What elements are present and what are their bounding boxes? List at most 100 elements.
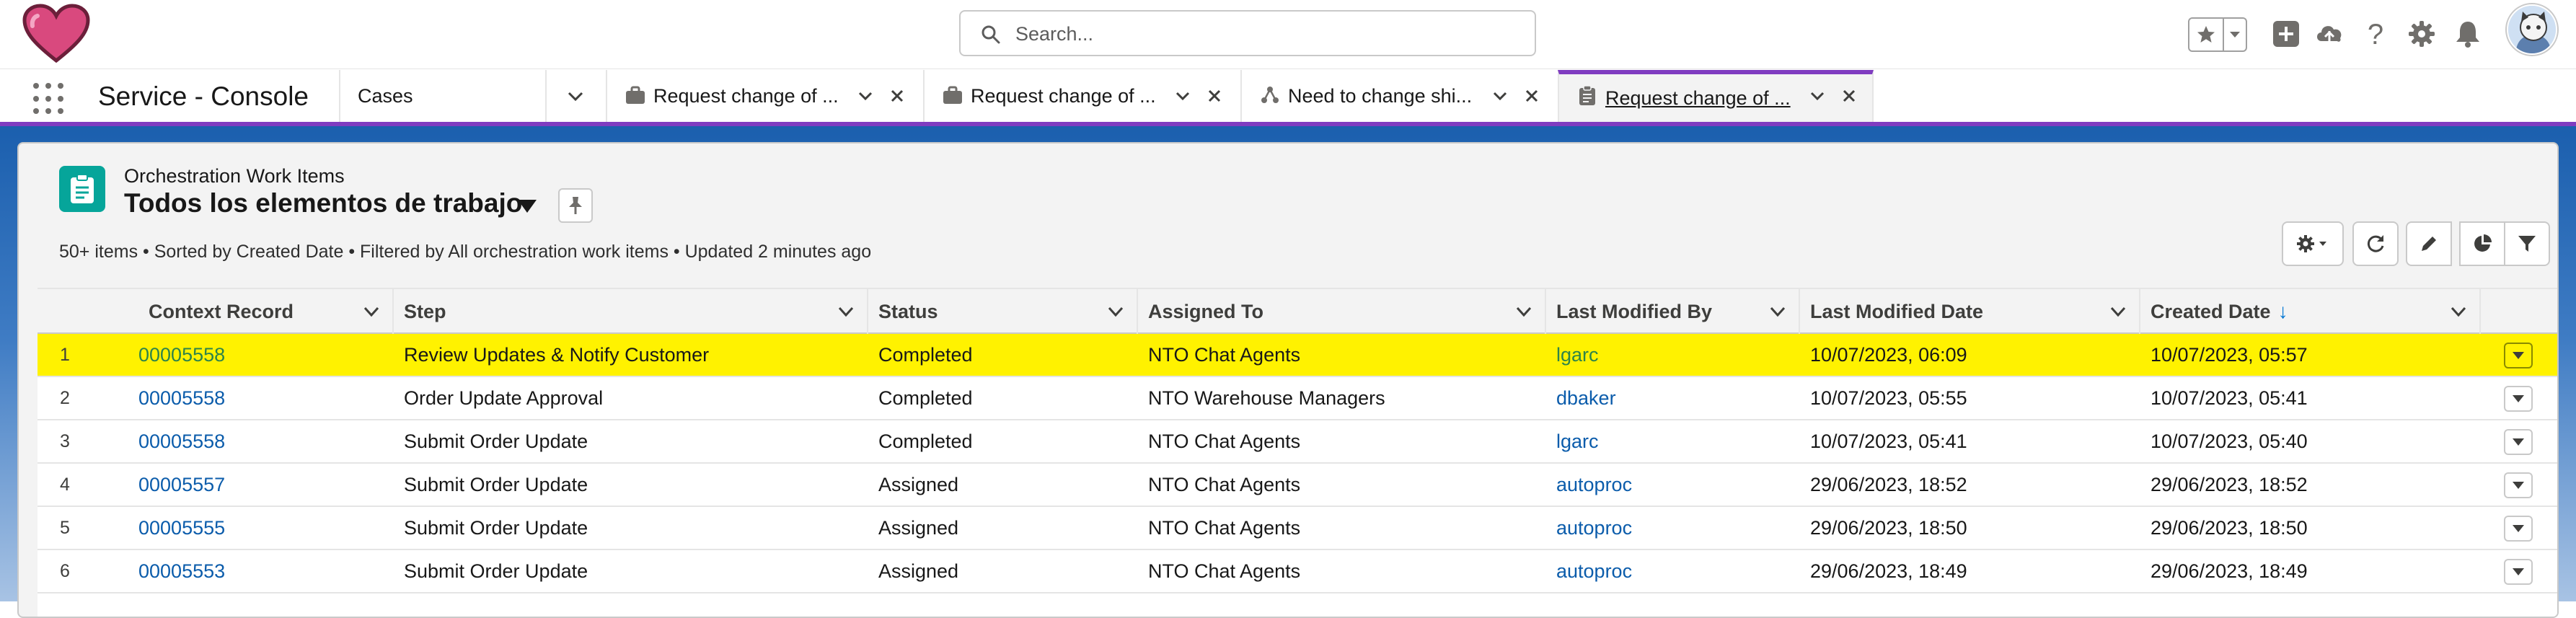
assigned-to-cell: NTO Chat Agents xyxy=(1148,473,1301,495)
tab-cases-label: Cases xyxy=(358,84,413,107)
column-header-last-modified-date[interactable]: Last Modified Date xyxy=(1800,289,2140,334)
search-input[interactable]: Search... xyxy=(1015,23,1093,45)
table-row[interactable]: 5 00005555 Submit Order Update Assigned NTO … xyxy=(38,507,2557,550)
list-view-title[interactable]: Todos los elementos de trabajo xyxy=(124,188,522,218)
inline-edit-button[interactable] xyxy=(2406,221,2452,266)
last-modified-by-cell: lgarc xyxy=(1556,334,1599,376)
workspace-tab-3[interactable]: Need to change shi... xyxy=(1240,70,1558,122)
context-record-link[interactable]: 00005558 xyxy=(138,344,225,366)
context-record-link[interactable]: 00005555 xyxy=(138,517,225,539)
favorites-dropdown-icon[interactable] xyxy=(2224,19,2246,50)
app-launcher-icon[interactable] xyxy=(33,83,65,115)
chevron-down-icon[interactable] xyxy=(838,305,854,318)
last-modified-by-link[interactable]: lgarc xyxy=(1556,431,1599,453)
workspace-tab-1[interactable]: Request change of ... xyxy=(606,70,923,122)
context-record-cell: 00005558 xyxy=(138,377,225,419)
assigned-to-cell: NTO Chat Agents xyxy=(1148,430,1301,452)
last-modified-by-link[interactable]: autoproc xyxy=(1556,474,1632,496)
column-header-context-record[interactable]: Context Record xyxy=(138,289,394,334)
row-actions-button[interactable] xyxy=(2504,472,2533,498)
row-actions-button[interactable] xyxy=(2504,516,2533,542)
last-modified-by-cell: autoproc xyxy=(1556,550,1632,592)
chevron-down-icon[interactable] xyxy=(2451,305,2466,318)
context-record-link[interactable]: 00005557 xyxy=(138,474,225,496)
context-record-link[interactable]: 00005558 xyxy=(138,387,225,410)
table-row[interactable]: 3 00005558 Submit Order Update Completed NTO… xyxy=(38,420,2557,464)
last-modified-by-link[interactable]: autoproc xyxy=(1556,560,1632,583)
workspace-tab-4-label: Request change of ... xyxy=(1605,87,1791,109)
chevron-down-icon[interactable] xyxy=(1516,305,1532,318)
chevron-down-icon[interactable] xyxy=(857,87,874,105)
orchestration-flow-icon xyxy=(1261,87,1279,103)
row-actions-button[interactable] xyxy=(2504,559,2533,585)
pin-list-view-button[interactable] xyxy=(558,188,593,223)
row-actions-button[interactable] xyxy=(2504,386,2533,412)
chevron-down-icon[interactable] xyxy=(1174,87,1191,105)
row-actions-button[interactable] xyxy=(2504,343,2533,368)
column-header-label: Context Record xyxy=(149,300,294,322)
last-modified-by-cell: autoproc xyxy=(1556,464,1632,506)
global-search-box[interactable]: Search... xyxy=(959,10,1536,56)
chevron-down-icon xyxy=(2513,352,2524,359)
last-modified-by-link[interactable]: autoproc xyxy=(1556,517,1632,539)
chevron-down-icon[interactable] xyxy=(1108,305,1124,318)
trailhead-icon[interactable] xyxy=(2313,17,2345,50)
step-cell: Order Update Approval xyxy=(404,387,604,409)
chevron-down-icon[interactable] xyxy=(363,305,379,318)
chevron-down-icon xyxy=(2513,438,2524,446)
favorites-star-icon[interactable] xyxy=(2189,19,2224,50)
step-cell: Submit Order Update xyxy=(404,473,588,495)
assigned-to-cell: NTO Warehouse Managers xyxy=(1148,387,1385,409)
last-modified-by-cell: autoproc xyxy=(1556,507,1632,549)
table-header: Context Record Step Status Assigned To L… xyxy=(38,288,2557,334)
column-header-assigned-to[interactable]: Assigned To xyxy=(1138,289,1546,334)
workspace-tab-4-active[interactable]: Request change of ... xyxy=(1558,70,1874,122)
close-tab-icon[interactable] xyxy=(1840,87,1858,105)
table-row[interactable]: 2 00005558 Order Update Approval Completed N… xyxy=(38,377,2557,420)
last-modified-date-cell: 10/07/2023, 05:55 xyxy=(1810,387,1967,409)
refresh-icon xyxy=(2367,235,2384,252)
chevron-down-icon[interactable] xyxy=(1809,87,1826,105)
workspace-background: Orchestration Work Items Todos los eleme… xyxy=(0,126,2576,618)
last-modified-by-link[interactable]: lgarc xyxy=(1556,344,1599,366)
chevron-down-icon xyxy=(2513,568,2524,575)
close-tab-icon[interactable] xyxy=(1206,87,1223,105)
table-row[interactable]: 6 00005553 Submit Order Update Assigned NTO … xyxy=(38,550,2557,593)
close-tab-icon[interactable] xyxy=(1523,87,1540,105)
table-row[interactable]: 1 00005558 Review Updates & Notify Custome… xyxy=(38,334,2557,377)
notifications-bell-icon[interactable] xyxy=(2452,17,2484,50)
column-header-step[interactable]: Step xyxy=(394,289,868,334)
case-briefcase-icon xyxy=(626,86,645,104)
row-actions-button[interactable] xyxy=(2504,429,2533,455)
user-avatar[interactable] xyxy=(2507,4,2557,55)
refresh-button[interactable] xyxy=(2352,221,2399,266)
console-nav-bar: Service - Console Cases Request change o… xyxy=(0,70,2576,126)
column-header-created-date[interactable]: Created Date ↓ xyxy=(2140,289,2481,334)
chevron-down-icon[interactable] xyxy=(2110,305,2126,318)
search-icon xyxy=(982,25,1000,44)
setup-gear-icon[interactable] xyxy=(2406,17,2438,50)
context-record-link[interactable]: 00005558 xyxy=(138,431,225,453)
chevron-down-icon[interactable] xyxy=(1770,305,1786,318)
global-actions-add-icon[interactable] xyxy=(2270,17,2302,50)
pencil-edit-icon xyxy=(2422,237,2436,251)
cases-nav-menu-button[interactable] xyxy=(545,70,606,122)
list-view-picker-dropdown-icon[interactable] xyxy=(516,198,538,214)
row-number: 1 xyxy=(60,344,70,365)
context-record-link[interactable]: 00005553 xyxy=(138,560,225,583)
last-modified-by-link[interactable]: dbaker xyxy=(1556,387,1616,410)
close-tab-icon[interactable] xyxy=(888,87,906,105)
column-header-status[interactable]: Status xyxy=(868,289,1138,334)
filters-button[interactable] xyxy=(2504,221,2550,266)
column-header-last-modified-by[interactable]: Last Modified By xyxy=(1546,289,1800,334)
chevron-down-icon[interactable] xyxy=(1491,87,1509,105)
help-icon[interactable]: ? xyxy=(2360,17,2391,50)
last-modified-date-cell: 29/06/2023, 18:49 xyxy=(1810,560,1967,582)
pie-chart-icon xyxy=(2474,234,2492,252)
list-view-controls-button[interactable] xyxy=(2282,221,2344,266)
table-row[interactable]: 4 00005557 Submit Order Update Assigned NTO … xyxy=(38,464,2557,507)
workspace-tab-2[interactable]: Request change of ... xyxy=(923,70,1240,122)
favorites-group xyxy=(2188,17,2247,52)
heart-logo-icon[interactable] xyxy=(22,3,91,65)
charts-button[interactable] xyxy=(2459,221,2505,266)
